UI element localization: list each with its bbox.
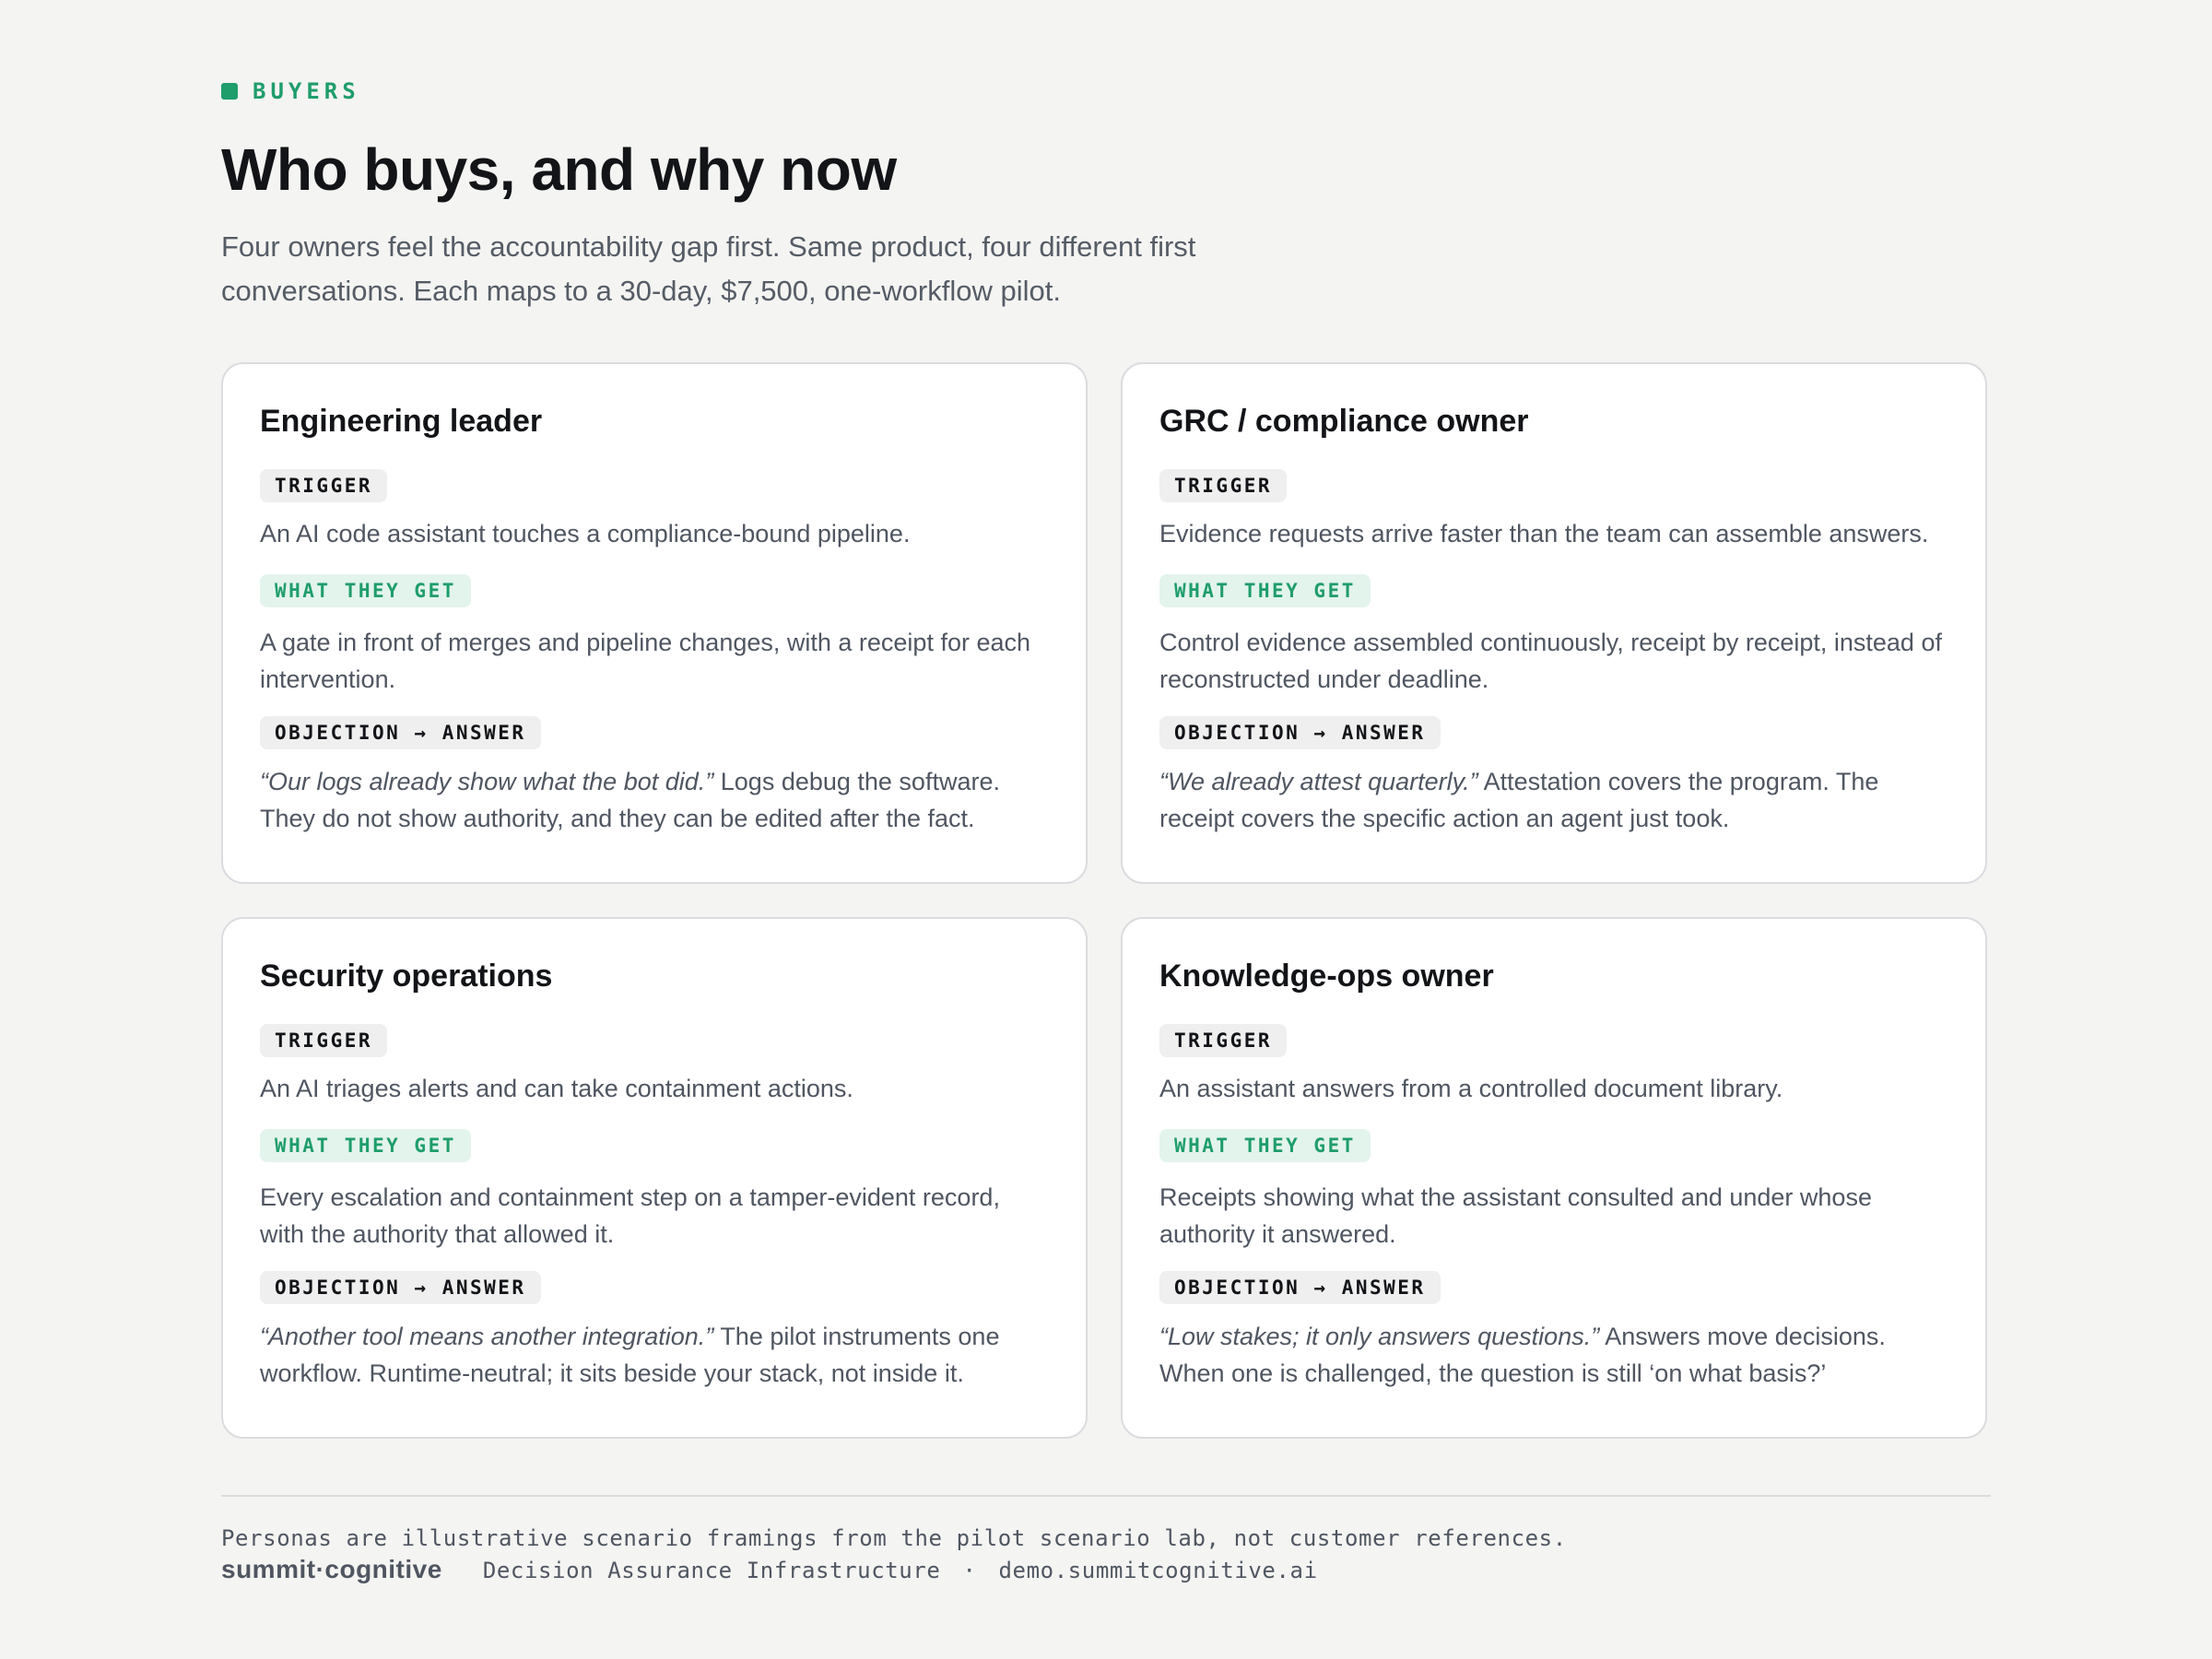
trigger-tag: TRIGGER: [1159, 469, 1288, 502]
objection-answer-tag: OBJECTION → ANSWER: [1159, 716, 1441, 749]
footer-separator: ·: [962, 1558, 977, 1583]
brand-wordmark: summit·cognitive: [221, 1555, 442, 1583]
trigger-text: An assistant answers from a controlled d…: [1159, 1075, 1783, 1102]
footer-brandline: summit·cognitive Decision Assurance Infr…: [221, 1554, 1991, 1586]
objection-answer-tag: OBJECTION → ANSWER: [260, 716, 541, 749]
footer-url: demo.summitcognitive.ai: [998, 1558, 1318, 1583]
persona-title: Security operations: [260, 959, 553, 994]
what-they-get-text: Every escalation and containment step on…: [260, 1183, 1000, 1248]
footer-disclaimer: Personas are illustrative scenario frami…: [221, 1525, 1567, 1551]
trigger-tag: TRIGGER: [1159, 1024, 1288, 1057]
what-they-get-tag: WHAT THEY GET: [260, 1129, 471, 1162]
trigger-tag: TRIGGER: [260, 1024, 388, 1057]
footer: Personas are illustrative scenario frami…: [221, 1495, 1991, 1586]
trigger-tag: TRIGGER: [260, 469, 388, 502]
objection-answer-text: “Our logs already show what the bot did.…: [260, 763, 1049, 837]
objection-answer-text: “Another tool means another integration.…: [260, 1318, 1049, 1392]
objection-quote: “Low stakes; it only answers questions.”: [1159, 1323, 1600, 1350]
objection-answer-text: “Low stakes; it only answers questions.”…: [1159, 1318, 1948, 1392]
what-they-get-text: Control evidence assembled continuously,…: [1159, 629, 1942, 693]
objection-quote: “Our logs already show what the bot did.…: [260, 768, 714, 795]
persona-card-knowledge-ops-owner: Knowledge-ops owner TRIGGER An assistant…: [1121, 917, 1987, 1439]
page-title: Who buys, and why now: [221, 136, 897, 203]
page-lede: Four owners feel the accountability gap …: [221, 229, 1196, 307]
trigger-text: Evidence requests arrive faster than the…: [1159, 520, 1929, 547]
objection-answer-tag: OBJECTION → ANSWER: [1159, 1271, 1441, 1304]
what-they-get-tag: WHAT THEY GET: [1159, 574, 1371, 607]
buyers-slide: BUYERS Who buys, and why now Four owners…: [221, 77, 1991, 1583]
eyebrow-label: BUYERS: [253, 78, 360, 104]
persona-title: Knowledge-ops owner: [1159, 959, 1494, 994]
eyebrow-marker-icon: [221, 83, 238, 100]
what-they-get-tag: WHAT THEY GET: [260, 574, 471, 607]
persona-card-grc-compliance-owner: GRC / compliance owner TRIGGER Evidence …: [1121, 362, 1987, 884]
objection-quote: “Another tool means another integration.…: [260, 1323, 714, 1350]
persona-grid: Engineering leader TRIGGER An AI code as…: [221, 362, 1991, 1450]
persona-title: Engineering leader: [260, 404, 543, 439]
persona-title: GRC / compliance owner: [1159, 404, 1529, 439]
objection-answer-text: “We already attest quarterly.” Attestati…: [1159, 763, 1948, 837]
section-eyebrow: BUYERS: [221, 77, 1991, 105]
persona-card-engineering-leader: Engineering leader TRIGGER An AI code as…: [221, 362, 1088, 884]
what-they-get-text: A gate in front of merges and pipeline c…: [260, 629, 1031, 693]
trigger-text: An AI triages alerts and can take contai…: [260, 1075, 853, 1102]
objection-answer-tag: OBJECTION → ANSWER: [260, 1271, 541, 1304]
footer-divider: [221, 1495, 1991, 1497]
what-they-get-tag: WHAT THEY GET: [1159, 1129, 1371, 1162]
trigger-text: An AI code assistant touches a complianc…: [260, 520, 911, 547]
what-they-get-text: Receipts showing what the assistant cons…: [1159, 1183, 1872, 1248]
persona-card-security-operations: Security operations TRIGGER An AI triage…: [221, 917, 1088, 1439]
objection-quote: “We already attest quarterly.”: [1159, 768, 1478, 795]
brand-tagline: Decision Assurance Infrastructure: [482, 1558, 941, 1583]
